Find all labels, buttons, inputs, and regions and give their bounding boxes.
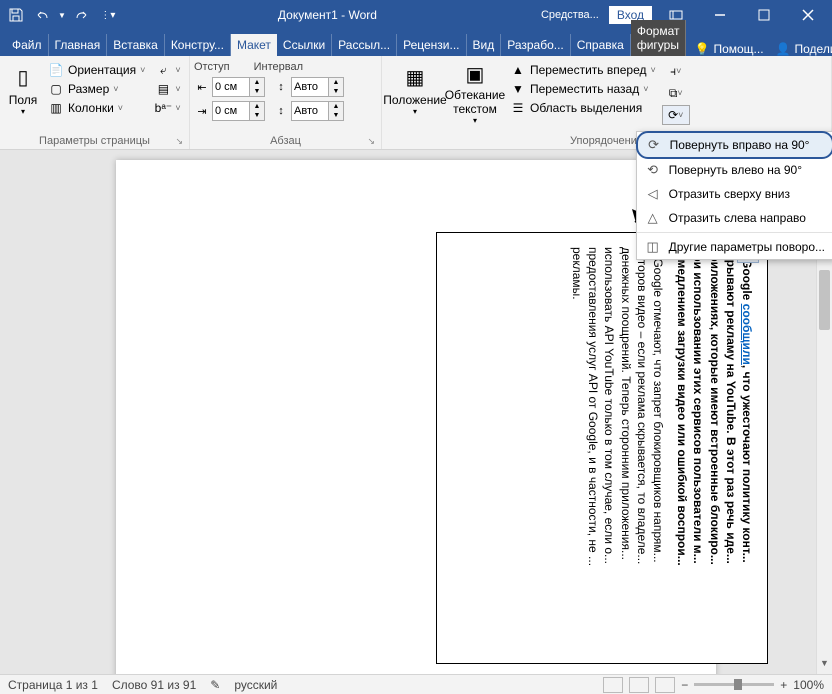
size-button[interactable]: ▢Размер (44, 80, 149, 98)
more-rotate-options[interactable]: ◫Другие параметры поворо... (637, 235, 832, 259)
undo-dropdown[interactable]: ▼ (56, 11, 68, 20)
tab-design[interactable]: Констру... (165, 34, 231, 56)
columns-button[interactable]: ▥Колонки (44, 99, 149, 117)
tab-insert[interactable]: Вставка (107, 34, 165, 56)
selection-pane-button[interactable]: ☰Область выделения (506, 99, 660, 117)
tab-developer[interactable]: Разрабо... (501, 34, 571, 56)
tab-view[interactable]: Вид (467, 34, 502, 56)
zoom-level[interactable]: 100% (793, 678, 824, 692)
space-after-icon: ↕ (273, 103, 289, 119)
tab-format[interactable]: Формат фигуры (631, 20, 687, 56)
flip-v-icon: ◁ (645, 186, 661, 202)
tab-review[interactable]: Рецензи... (397, 34, 466, 56)
wrap-text-button[interactable]: ▣Обтекание текстом▾ (446, 59, 504, 125)
zoom-out[interactable]: − (681, 678, 688, 692)
language-indicator[interactable]: русский (234, 678, 277, 692)
web-layout-icon[interactable] (655, 677, 675, 693)
word-count[interactable]: Слово 91 из 91 (112, 678, 196, 692)
send-backward-button[interactable]: ▼Переместить назад (506, 80, 660, 98)
rotate-left-icon: ⟲ (645, 162, 661, 178)
indent-right-input[interactable]: ▲▼ (212, 101, 265, 121)
hyphenation-button[interactable]: bᵃ⁻ (151, 99, 184, 117)
group-button[interactable]: ⧉ (662, 83, 690, 103)
flip-horizontal[interactable]: △Отразить слева направо (637, 206, 832, 230)
breaks-button[interactable]: ⤶ (151, 61, 184, 79)
spacing-label: Интервал (254, 59, 303, 75)
paragraph-group[interactable]: Абзац (194, 133, 377, 149)
read-mode-icon[interactable] (603, 677, 623, 693)
tab-home[interactable]: Главная (49, 34, 108, 56)
rotate-right-icon: ⟳ (646, 137, 662, 153)
more-rotate-icon: ◫ (645, 239, 661, 255)
tab-file[interactable]: Файл (6, 34, 49, 56)
indent-left-icon: ⇤ (194, 79, 210, 95)
tab-help[interactable]: Справка (571, 34, 631, 56)
align-button[interactable]: ⫞ (662, 61, 690, 81)
indent-left-input[interactable]: ▲▼ (212, 77, 265, 97)
margins-button[interactable]: ▯Поля▾ (4, 59, 42, 125)
rotate-left-90[interactable]: ⟲Повернуть влево на 90° (637, 158, 832, 182)
print-layout-icon[interactable] (629, 677, 649, 693)
document-title: Документ1 - Word (120, 8, 535, 22)
page-setup-group[interactable]: Параметры страницы (4, 133, 185, 149)
tab-references[interactable]: Ссылки (277, 34, 332, 56)
redo-icon[interactable] (70, 3, 94, 27)
rotate-right-90[interactable]: ⟳Повернуть вправо на 90° (636, 131, 832, 159)
save-icon[interactable] (4, 3, 28, 27)
line-numbers-button[interactable]: ▤ (151, 80, 184, 98)
statusbar: Страница 1 из 1 Слово 91 из 91 ✎ русский… (0, 674, 832, 694)
proofing-icon[interactable]: ✎ (210, 678, 220, 692)
qat-customize[interactable]: ⋮▾ (96, 3, 120, 27)
space-before-input[interactable]: ▲▼ (291, 77, 344, 97)
page-indicator[interactable]: Страница 1 из 1 (8, 678, 98, 692)
maximize-icon[interactable] (744, 0, 784, 30)
bring-forward-button[interactable]: ▲Переместить вперед (506, 61, 660, 79)
rotate-button[interactable]: ⟳ (662, 105, 690, 125)
share-button[interactable]: 👤 Поделиться (776, 42, 832, 56)
indent-right-icon: ⇥ (194, 103, 210, 119)
tab-layout[interactable]: Макет (231, 34, 277, 56)
text-frame[interactable]: ▣ В Google сообщили, что ужесточают поли… (436, 232, 768, 664)
rotate-menu: ⟳Повернуть вправо на 90° ⟲Повернуть влев… (636, 131, 832, 260)
titlebar: ▼ ⋮▾ Документ1 - Word Средства... Вход (0, 0, 832, 30)
minimize-icon[interactable] (700, 0, 740, 30)
flip-vertical[interactable]: ◁Отразить сверху вниз (637, 182, 832, 206)
orientation-button[interactable]: 📄Ориентация (44, 61, 149, 79)
flip-h-icon: △ (645, 210, 661, 226)
close-icon[interactable] (788, 0, 828, 30)
zoom-slider[interactable] (694, 683, 774, 686)
scroll-thumb[interactable] (819, 270, 830, 330)
undo-icon[interactable] (30, 3, 54, 27)
space-before-icon: ↕ (273, 79, 289, 95)
ribbon-tabs: Файл Главная Вставка Констру... Макет Сс… (0, 30, 832, 56)
space-after-input[interactable]: ▲▼ (291, 101, 344, 121)
zoom-in[interactable]: + (780, 678, 787, 692)
indent-label: Отступ (194, 59, 230, 75)
tools-label: Средства... (535, 9, 605, 21)
tab-mailings[interactable]: Рассыл... (332, 34, 397, 56)
scroll-down-icon[interactable]: ▼ (817, 658, 832, 674)
position-button[interactable]: ▦Положение▾ (386, 59, 444, 125)
tell-me[interactable]: 💡 Помощ... (694, 42, 763, 56)
rotated-text-content: В Google сообщили, что ужесточают полити… (437, 233, 769, 665)
